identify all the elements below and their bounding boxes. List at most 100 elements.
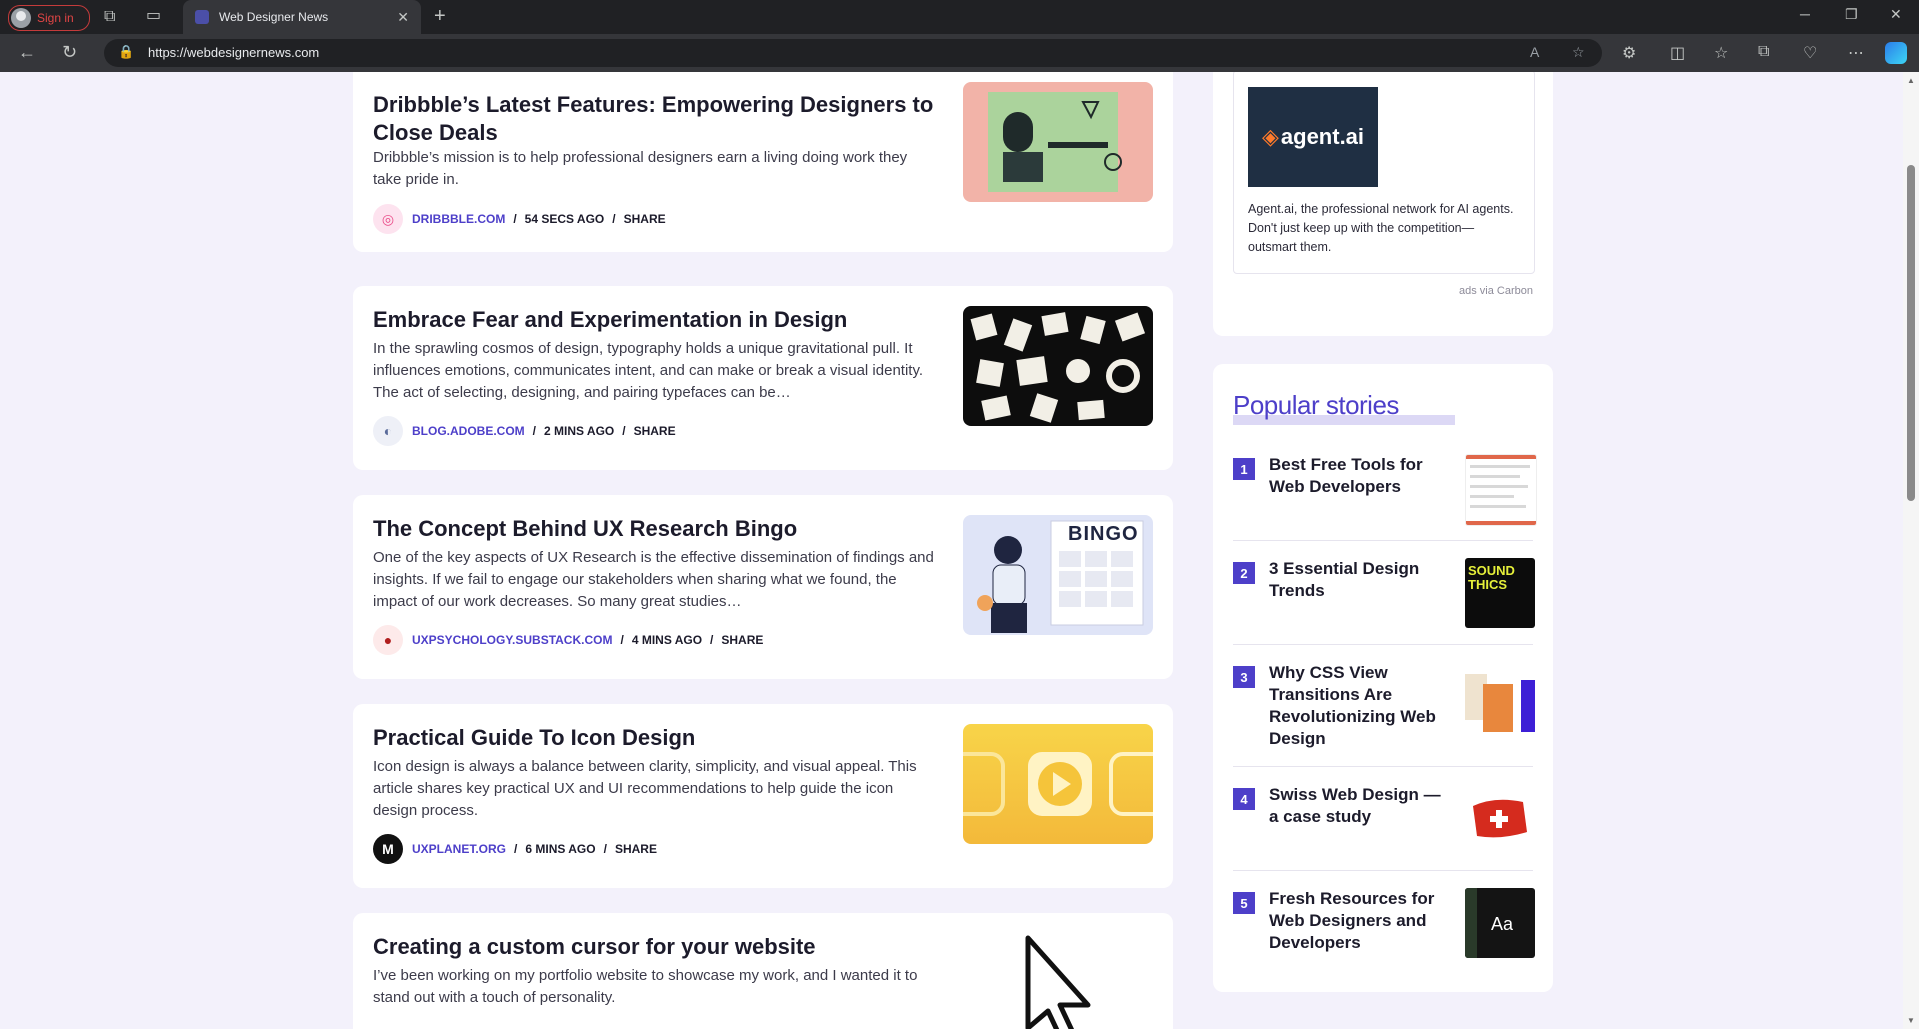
article-card: The Concept Behind UX Research Bingo One… xyxy=(353,495,1173,679)
story-title[interactable]: Best Free Tools for Web Developers xyxy=(1269,454,1447,498)
popular-story-item[interactable]: 4 Swiss Web Design — a case study xyxy=(1233,784,1535,856)
divider xyxy=(1233,540,1533,541)
share-link[interactable]: SHARE xyxy=(721,633,763,647)
story-rank-badge: 5 xyxy=(1233,892,1255,914)
scrollbar-thumb[interactable] xyxy=(1907,165,1915,501)
popular-story-item[interactable]: 3 Why CSS View Transitions Are Revolutio… xyxy=(1233,662,1535,750)
browser-essentials-icon[interactable]: ♡ xyxy=(1803,43,1817,63)
article-excerpt: In the sprawling cosmos of design, typog… xyxy=(373,340,924,401)
swiss-flag-icon xyxy=(1473,799,1527,838)
story-thumbnail[interactable]: Aa xyxy=(1465,888,1535,958)
article-thumbnail[interactable] xyxy=(963,306,1153,426)
story-thumbnail[interactable] xyxy=(1465,784,1535,854)
article-title[interactable]: Dribbble’s Latest Features: Empowering D… xyxy=(373,91,948,147)
restore-icon[interactable]: ❐ xyxy=(1845,6,1858,23)
popular-stories-heading: Popular stories xyxy=(1233,390,1399,420)
popular-story-item[interactable]: 5 Fresh Resources for Web Designers and … xyxy=(1233,888,1535,960)
article-card: Dribbble’s Latest Features: Empowering D… xyxy=(353,72,1173,252)
article-excerpt: Dribbble’s mission is to help profession… xyxy=(373,149,908,188)
tools-list-thumbnail xyxy=(1466,455,1536,525)
story-title[interactable]: 3 Essential Design Trends xyxy=(1269,558,1447,602)
back-arrow-icon[interactable]: ← xyxy=(18,42,36,63)
refresh-icon[interactable]: ↻ xyxy=(62,42,77,63)
share-link[interactable]: SHARE xyxy=(615,842,657,856)
story-title[interactable]: Swiss Web Design — a case study xyxy=(1269,784,1447,828)
more-options-icon[interactable]: ⋯ xyxy=(1848,43,1864,63)
story-thumbnail[interactable] xyxy=(1465,670,1535,740)
minimize-icon[interactable]: ─ xyxy=(1800,6,1810,22)
browser-tab-bar: Sign in ⧉ ▭ Web Designer News ✕ + ─ ❐ ✕ xyxy=(0,0,1919,34)
ads-via-carbon-link[interactable]: ads via Carbon xyxy=(1459,285,1533,297)
url-text[interactable]: https://webdesignernews.com xyxy=(148,45,319,60)
article-excerpt: One of the key aspects of UX Research is… xyxy=(373,549,934,610)
popular-story-item[interactable]: 2 3 Essential Design Trends SOUND THICS xyxy=(1233,558,1535,630)
divider xyxy=(1233,766,1533,767)
lock-icon[interactable]: 🔒 xyxy=(118,44,134,60)
tab-web-designer-news[interactable]: Web Designer News ✕ xyxy=(183,0,421,34)
meta-separator: / xyxy=(532,424,537,438)
share-link[interactable]: SHARE xyxy=(634,424,676,438)
adobe-blog-icon: ◐ xyxy=(373,416,403,446)
share-link[interactable]: SHARE xyxy=(624,212,666,226)
article-meta: ● UXPSYCHOLOGY.SUBSTACK.COM / 4 MINS AGO… xyxy=(373,625,763,655)
divider xyxy=(1233,644,1533,645)
article-thumbnail[interactable] xyxy=(963,82,1153,202)
story-thumbnail[interactable]: SOUND THICS xyxy=(1465,558,1535,628)
agent-ai-logo[interactable]: ◈ agent.ai xyxy=(1248,87,1378,187)
article-title[interactable]: Creating a custom cursor for your websit… xyxy=(373,933,948,961)
close-tab-icon[interactable]: ✕ xyxy=(397,9,409,26)
popular-story-item[interactable]: 1 Best Free Tools for Web Developers xyxy=(1233,454,1537,526)
story-title[interactable]: Why CSS View Transitions Are Revolutioni… xyxy=(1269,662,1447,750)
article-title[interactable]: Embrace Fear and Experimentation in Desi… xyxy=(373,306,948,334)
extensions-icon[interactable]: ⚙ xyxy=(1622,43,1636,63)
story-rank-badge: 2 xyxy=(1233,562,1255,584)
article-thumbnail[interactable] xyxy=(963,933,1153,1029)
meta-separator: / xyxy=(622,424,626,438)
favorites-icon[interactable]: ☆ xyxy=(1714,43,1728,63)
article-time: 2 MINS AGO xyxy=(544,424,615,438)
profile-button[interactable]: Sign in xyxy=(8,5,90,31)
article-thumbnail[interactable] xyxy=(963,724,1153,844)
story-title[interactable]: Fresh Resources for Web Designers and De… xyxy=(1269,888,1447,954)
address-bar[interactable]: 🔒 https://webdesignernews.com A ☆ xyxy=(104,39,1602,67)
tab-actions-icon[interactable]: ▭ xyxy=(146,8,161,24)
article-meta: ◐ BLOG.ADOBE.COM / 2 MINS AGO / SHARE xyxy=(373,416,676,446)
bingo-label: BINGO xyxy=(1068,523,1139,545)
popular-stories-card: Popular stories 1 Best Free Tools for We… xyxy=(1213,364,1553,992)
meta-separator: / xyxy=(603,842,607,856)
designer-at-desk-illustration xyxy=(988,92,1122,192)
ad-logo-text: agent.ai xyxy=(1280,124,1365,149)
collections-icon[interactable]: ⧉ xyxy=(1758,43,1769,61)
typography-pattern-illustration xyxy=(970,312,1146,423)
article-source-link[interactable]: UXPSYCHOLOGY.SUBSTACK.COM xyxy=(412,633,612,647)
article-card: Creating a custom cursor for your websit… xyxy=(353,913,1173,1029)
article-source-link[interactable]: BLOG.ADOBE.COM xyxy=(412,424,525,438)
workspaces-icon[interactable]: ⧉ xyxy=(104,9,115,25)
thumbnail-text: SOUND THICS xyxy=(1468,563,1515,592)
article-excerpt: Icon design is always a balance between … xyxy=(373,758,917,819)
read-aloud-icon[interactable]: A xyxy=(1530,44,1539,60)
carbon-ad[interactable]: ◈ agent.ai Agent.ai, the professional ne… xyxy=(1233,72,1535,274)
article-source-link[interactable]: UXPLANET.ORG xyxy=(412,842,506,856)
article-thumbnail[interactable]: BINGO xyxy=(963,515,1153,635)
split-screen-icon[interactable]: ◫ xyxy=(1670,43,1685,63)
copilot-icon[interactable] xyxy=(1885,42,1907,64)
ad-description[interactable]: Agent.ai, the professional network for A… xyxy=(1248,200,1522,257)
story-thumbnail[interactable] xyxy=(1465,454,1537,526)
favorite-star-icon[interactable]: ☆ xyxy=(1572,44,1585,61)
article-source-link[interactable]: DRIBBBLE.COM xyxy=(412,212,505,226)
medium-icon: M xyxy=(373,834,403,864)
meta-separator: / xyxy=(514,842,518,856)
uxpsychology-icon: ● xyxy=(373,625,403,655)
scroll-up-arrow-icon[interactable]: ▲ xyxy=(1907,76,1915,85)
article-title[interactable]: The Concept Behind UX Research Bingo xyxy=(373,515,948,543)
close-window-icon[interactable]: ✕ xyxy=(1890,6,1902,23)
profile-label: Sign in xyxy=(37,11,74,25)
scroll-down-arrow-icon[interactable]: ▼ xyxy=(1907,1016,1915,1025)
vertical-scrollbar[interactable]: ▲ ▼ xyxy=(1903,72,1919,1029)
article-title[interactable]: Practical Guide To Icon Design xyxy=(373,724,948,752)
agent-ai-logo-mark-icon: ◈ xyxy=(1261,124,1279,149)
site-favicon-icon xyxy=(195,10,209,24)
play-icon-illustration xyxy=(963,752,1153,816)
new-tab-button[interactable]: + xyxy=(434,5,446,28)
